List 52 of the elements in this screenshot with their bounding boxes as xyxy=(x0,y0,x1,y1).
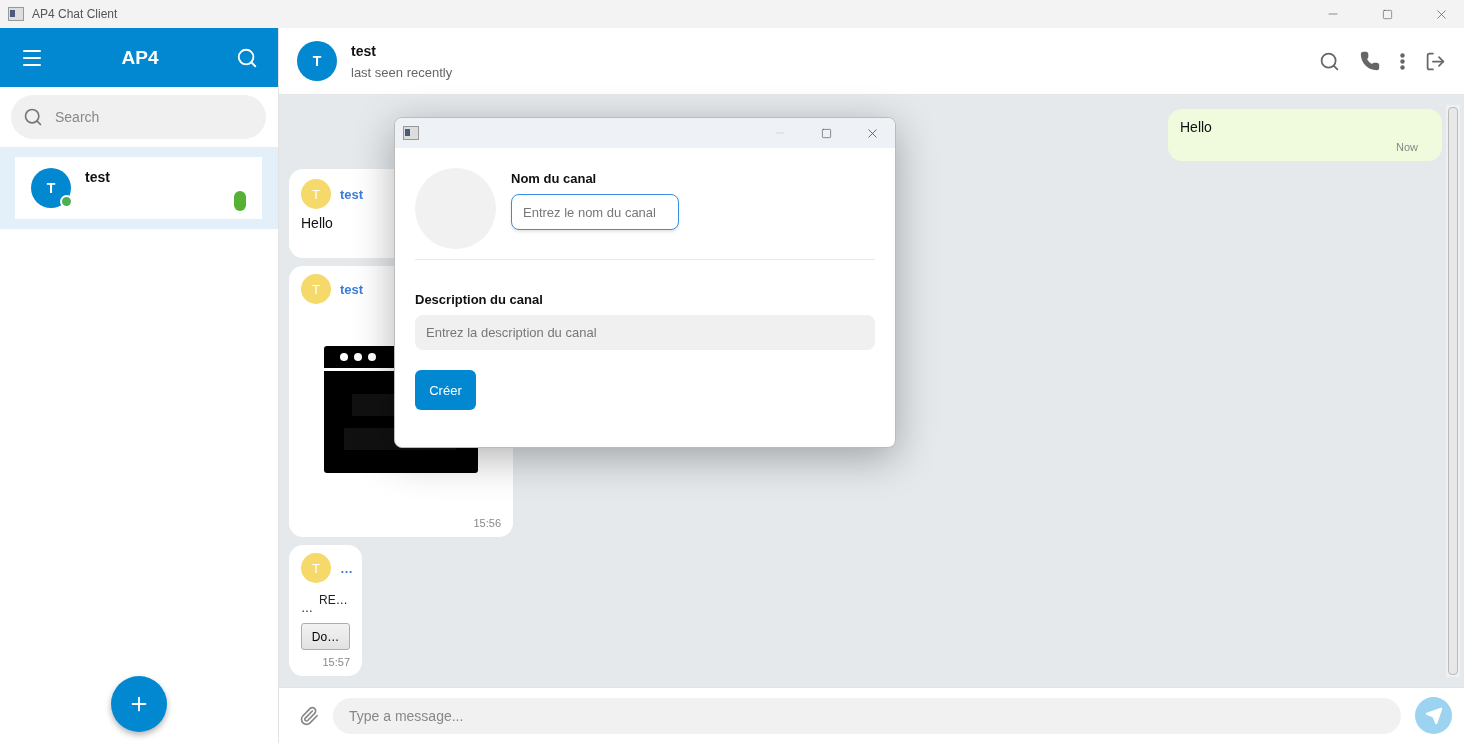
search-button[interactable] xyxy=(1319,50,1340,72)
sender-name: … xyxy=(340,560,353,576)
contact-status: last seen recently xyxy=(351,64,454,80)
avatar: T xyxy=(297,41,337,81)
more-icon xyxy=(1400,52,1405,70)
app-icon xyxy=(8,7,24,21)
search-icon xyxy=(236,46,258,69)
paperclip-icon xyxy=(299,705,319,726)
field-label: Description du canal xyxy=(415,292,544,307)
avatar: T xyxy=(301,179,331,209)
search-field[interactable]: Search xyxy=(53,108,254,126)
avatar: T xyxy=(301,274,331,304)
attach-button[interactable] xyxy=(299,705,319,726)
message-time: 15:57 xyxy=(322,656,350,668)
avatar: T xyxy=(31,168,71,208)
logout-icon xyxy=(1425,50,1446,72)
name-field[interactable]: Entrez le nom du canal xyxy=(511,194,679,230)
create-button[interactable]: Créer xyxy=(415,370,476,410)
message-field[interactable]: Type a message... xyxy=(333,697,1401,734)
description-field[interactable]: Entrez la description du canal xyxy=(415,315,875,350)
sender-name: test xyxy=(340,186,364,202)
window-title: AP4 Chat Client xyxy=(32,7,119,21)
scrollbar[interactable] xyxy=(1446,105,1460,677)
phone-icon xyxy=(1360,51,1380,71)
message-time: 15:56 xyxy=(473,517,501,529)
search-icon xyxy=(23,107,43,127)
avatar: T xyxy=(301,553,331,583)
search-icon xyxy=(1319,50,1340,72)
file-name: RE… xyxy=(319,593,348,607)
logout-button[interactable] xyxy=(1425,50,1446,72)
search-button[interactable] xyxy=(236,46,258,69)
file-icon-text: … xyxy=(301,601,313,615)
download-button[interactable]: Do… xyxy=(301,623,350,650)
maximize-icon xyxy=(820,127,832,139)
message-text: Hello xyxy=(1180,119,1213,135)
message-field[interactable]: Type a message... xyxy=(347,706,1387,725)
new-chat-button[interactable] xyxy=(111,676,167,732)
send-button[interactable] xyxy=(1415,697,1452,734)
app-title: AP4 xyxy=(121,46,159,69)
field-label: Nom du canal xyxy=(511,171,598,186)
send-icon xyxy=(1424,706,1443,725)
sender-name: test xyxy=(340,281,364,297)
chat-list-item[interactable]: T test xyxy=(0,147,278,229)
phone-button[interactable] xyxy=(1360,51,1380,71)
message-time: Now xyxy=(1396,141,1418,153)
maximize-icon xyxy=(1381,8,1393,20)
message-text: Hello xyxy=(301,215,334,231)
more-button[interactable] xyxy=(1400,52,1405,70)
contact-name: test xyxy=(351,42,377,59)
chat-name: test xyxy=(85,169,111,185)
app-icon xyxy=(403,126,419,140)
search-field[interactable]: Search xyxy=(11,95,266,139)
